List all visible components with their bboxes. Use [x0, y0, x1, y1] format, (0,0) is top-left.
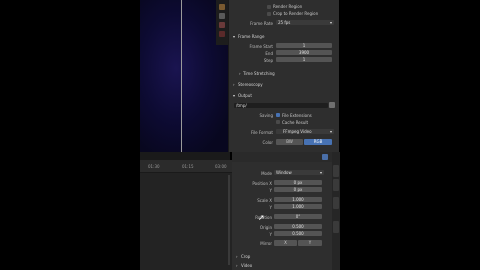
output-tab-icon[interactable] [219, 13, 225, 19]
file-format-value: FFmpeg Video [283, 129, 312, 134]
transform-section: Mode Window ▾ Position X 0 px Y 0 px Sca… [232, 165, 332, 268]
video-title[interactable]: Video [241, 263, 252, 268]
timeline-tick: 03:00 [215, 164, 227, 169]
crop-chevron-icon[interactable]: › [236, 254, 238, 259]
scale-y-label: Y [269, 205, 272, 210]
color-rgb-option[interactable]: RGB [304, 139, 332, 145]
origin-x-field[interactable]: 0.500 [274, 224, 322, 229]
stereoscopy-title[interactable]: Stereoscopy [238, 82, 263, 87]
mode-dropdown[interactable]: Window ▾ [274, 170, 324, 175]
file-format-label: File Format [250, 130, 273, 135]
frame-end-field[interactable]: 3900 [276, 50, 332, 55]
color-bw-option[interactable]: BW [276, 139, 303, 145]
origin-x-label: Origin [259, 225, 272, 230]
view-layer-tab-icon[interactable] [219, 22, 225, 28]
render-region-label: Render Region [273, 4, 303, 9]
origin-y-label: Y [269, 232, 272, 237]
chevron-down-icon: ▾ [319, 170, 322, 175]
scale-x-field[interactable]: 1.000 [274, 197, 322, 202]
chevron-down-icon: ▾ [329, 129, 332, 134]
scale-y-field[interactable]: 1.000 [274, 204, 322, 209]
frame-rate-dropdown[interactable]: 25 fps ▾ [276, 20, 334, 25]
time-stretching-title[interactable]: Time Stretching [243, 71, 275, 76]
file-extensions-label: File Extensions [282, 113, 312, 118]
tab-strip[interactable] [333, 165, 339, 177]
scale-x-label: Scale X [257, 198, 272, 203]
tab-modifiers[interactable] [333, 179, 339, 191]
video-chevron-icon[interactable]: › [236, 263, 238, 268]
scene-tab-icon[interactable] [219, 31, 225, 37]
frame-rate-label: Frame Rate [250, 21, 273, 26]
mode-label: Mode [261, 171, 272, 176]
crop-region-label: Crop to Render Region [273, 11, 319, 16]
timeline-ruler[interactable]: 01:30 01:15 03:00 [140, 160, 232, 173]
frame-range-chevron-icon[interactable]: ▾ [233, 34, 235, 39]
frame-start-field[interactable]: 1 [276, 43, 332, 48]
properties-panel: Render Region Crop to Render Region Fram… [228, 0, 339, 152]
render-region-checkbox[interactable] [267, 5, 271, 9]
frame-step-field[interactable]: 1 [276, 57, 332, 62]
frame-end-label: End [265, 51, 273, 56]
folder-icon[interactable] [329, 102, 335, 108]
color-label: Color [262, 140, 273, 145]
output-path-field[interactable]: /tmp/ [234, 103, 328, 108]
position-y-label: Y [269, 188, 272, 193]
mirror-x-toggle[interactable]: X [274, 240, 297, 246]
file-extensions-checkbox[interactable] [276, 113, 280, 117]
mouse-cursor-icon: ➚ [258, 213, 265, 222]
position-y-field[interactable]: 0 px [274, 187, 322, 192]
timeline-tick: 01:30 [148, 164, 160, 169]
time-stretching-chevron-icon[interactable]: › [239, 71, 241, 76]
stereoscopy-chevron-icon[interactable]: › [233, 82, 235, 87]
sidebar-header [232, 152, 332, 162]
tab-view[interactable] [333, 221, 339, 233]
chevron-down-icon: ▾ [329, 20, 332, 25]
frame-rate-value: 25 fps [278, 20, 291, 25]
saving-label: Saving [259, 113, 273, 118]
render-tab-icon[interactable] [219, 4, 225, 10]
frame-range-title[interactable]: Frame Range [238, 34, 264, 39]
frame-step-label: Step [263, 58, 273, 63]
rotation-label: Rotation [255, 215, 272, 220]
rotation-field[interactable]: 0° [274, 214, 322, 219]
timeline-tick: 01:15 [182, 164, 194, 169]
file-format-dropdown[interactable]: FFmpeg Video ▾ [276, 129, 334, 134]
origin-y-field[interactable]: 0.500 [274, 231, 322, 236]
sidebar-pin-icon[interactable] [322, 154, 328, 160]
cache-result-label: Cache Result [282, 120, 309, 125]
area-divider[interactable] [140, 152, 230, 160]
crop-title[interactable]: Crop [241, 254, 250, 259]
position-x-label: Position X [252, 181, 272, 186]
crop-region-checkbox[interactable] [267, 12, 271, 16]
mirror-y-toggle[interactable]: Y [298, 240, 322, 246]
output-title[interactable]: Output [238, 93, 252, 98]
viewport-boundary-line [181, 0, 182, 152]
position-x-field[interactable]: 0 px [274, 180, 322, 185]
mirror-label: Mirror [260, 241, 272, 246]
timeline-area[interactable] [140, 160, 232, 270]
tab-tool[interactable] [333, 197, 339, 209]
mode-value: Window [276, 170, 292, 175]
frame-start-label: Frame Start [249, 44, 273, 49]
cache-result-checkbox[interactable] [276, 120, 280, 124]
output-chevron-icon[interactable]: ▾ [233, 93, 235, 98]
